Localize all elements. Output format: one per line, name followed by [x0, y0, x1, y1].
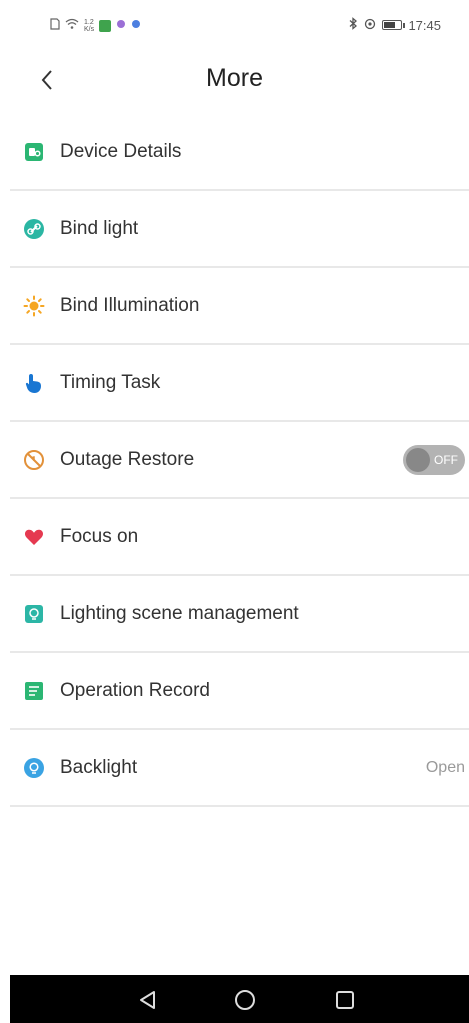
menu-item-outage-restore[interactable]: Outage Restore OFF — [10, 422, 469, 499]
system-navigation-bar — [10, 975, 469, 1023]
menu-item-label: Timing Task — [60, 371, 161, 393]
menu-item-label: Bind light — [60, 217, 139, 239]
scene-icon — [22, 602, 46, 626]
menu-item-label: Lighting scene management — [60, 602, 299, 624]
sun-icon — [22, 294, 46, 318]
menu-item-timing-task[interactable]: Timing Task — [10, 345, 469, 422]
record-icon — [22, 679, 46, 703]
menu-item-focus-on[interactable]: Focus on — [10, 499, 469, 576]
battery-icon — [382, 20, 406, 30]
status-time: 17:45 — [408, 17, 441, 33]
location-icon — [364, 18, 376, 33]
lightbulb-icon — [22, 756, 46, 780]
menu-list: Device Details Bind light Bind Illuminat… — [10, 114, 469, 807]
menu-item-label: Bind Illumination — [60, 294, 200, 316]
pointing-hand-icon — [22, 371, 46, 395]
menu-item-device-details[interactable]: Device Details — [10, 114, 469, 191]
link-icon — [22, 217, 46, 241]
header: More — [0, 56, 469, 112]
wifi-icon — [65, 18, 79, 33]
circle-home-icon — [235, 990, 255, 1010]
nav-recents-button[interactable] — [332, 987, 358, 1013]
app-notification-icon — [131, 19, 141, 32]
menu-item-operation-record[interactable]: Operation Record — [10, 653, 469, 730]
menu-item-label: Focus on — [60, 525, 139, 547]
heart-icon — [22, 525, 46, 549]
toggle-knob — [406, 447, 430, 472]
status-left-icons: 1.2 K/s — [50, 18, 141, 33]
toggle-state-text: OFF — [434, 452, 458, 467]
square-recents-icon — [336, 991, 354, 1009]
backlight-status: Open — [425, 758, 465, 776]
menu-item-label: Operation Record — [60, 679, 210, 701]
menu-item-label: Device Details — [60, 140, 182, 162]
menu-item-label: Outage Restore — [60, 448, 195, 470]
bluetooth-icon — [348, 17, 358, 33]
app-notification-icon — [116, 19, 126, 32]
network-speed-value: 1.2 — [84, 18, 94, 26]
menu-item-backlight[interactable]: Backlight Open — [10, 730, 469, 807]
network-speed-unit: K/s — [84, 25, 95, 33]
menu-item-lighting-scene-management[interactable]: Lighting scene management — [10, 576, 469, 653]
page-title: More — [206, 64, 263, 92]
power-off-icon — [22, 448, 46, 472]
menu-item-bind-light[interactable]: Bind light — [10, 191, 469, 268]
nav-back-button[interactable] — [135, 987, 161, 1013]
nav-home-button[interactable] — [232, 987, 258, 1013]
app-notification-icon — [99, 19, 112, 32]
outage-restore-toggle[interactable]: OFF — [403, 444, 465, 475]
device-details-icon — [22, 140, 46, 164]
triangle-back-icon — [140, 991, 155, 1009]
network-speed: 1.2 K/s — [84, 19, 94, 33]
menu-item-bind-illumination[interactable]: Bind Illumination — [10, 268, 469, 345]
status-bar: 1.2 K/s 17:45 — [0, 0, 469, 56]
sim-icon — [50, 18, 60, 33]
status-right-icons: 17:45 — [348, 17, 441, 33]
menu-item-label: Backlight — [60, 756, 138, 778]
